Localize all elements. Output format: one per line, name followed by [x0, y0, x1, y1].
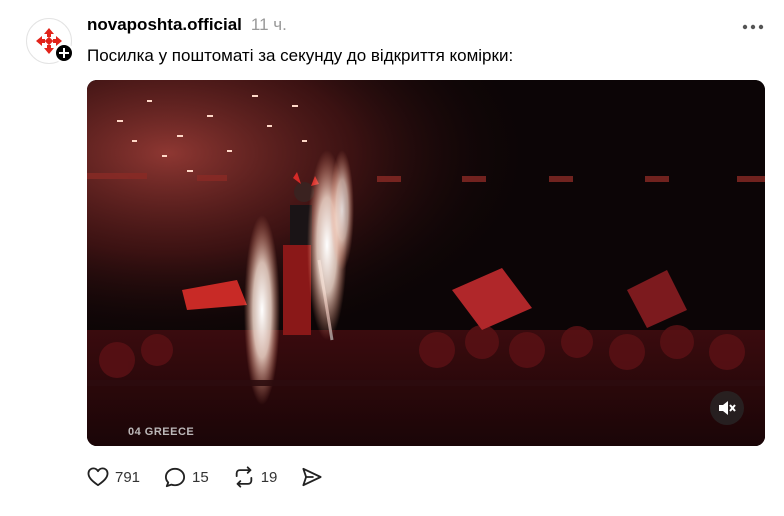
post-timestamp[interactable]: 11 ч.: [251, 15, 287, 35]
post-header: novaposhta.official 11 ч.: [87, 15, 287, 37]
send-icon: [302, 467, 322, 487]
video-player[interactable]: 04 GREECE: [87, 80, 765, 446]
share-button[interactable]: [301, 467, 323, 487]
plus-icon: [59, 48, 69, 58]
post-actions: 791 15 19: [87, 464, 347, 490]
comment-bubble-icon: [164, 467, 186, 487]
post: novaposhta.official 11 ч. Посилка у пошт…: [0, 0, 784, 516]
repost-count: 19: [260, 468, 278, 486]
avatar[interactable]: [26, 18, 74, 64]
repost-button[interactable]: 19: [233, 466, 278, 488]
post-caption: Посилка у поштоматі за секунду до відкри…: [87, 46, 514, 65]
follow-button[interactable]: [54, 43, 74, 63]
more-dots-icon: [742, 24, 764, 30]
mute-toggle-button[interactable]: [710, 391, 744, 425]
heart-icon: [87, 467, 109, 487]
video-overlay-label: 04 GREECE: [128, 426, 195, 438]
comment-count: 15: [192, 468, 209, 486]
more-options-button[interactable]: [738, 18, 768, 36]
like-button[interactable]: 791: [87, 467, 140, 487]
repost-icon: [235, 466, 252, 488]
muted-speaker-icon: [719, 401, 736, 415]
comment-button[interactable]: 15: [164, 467, 209, 488]
video-frame: [87, 80, 765, 446]
username-link[interactable]: novaposhta.official: [87, 15, 242, 35]
like-count: 791: [115, 468, 141, 486]
